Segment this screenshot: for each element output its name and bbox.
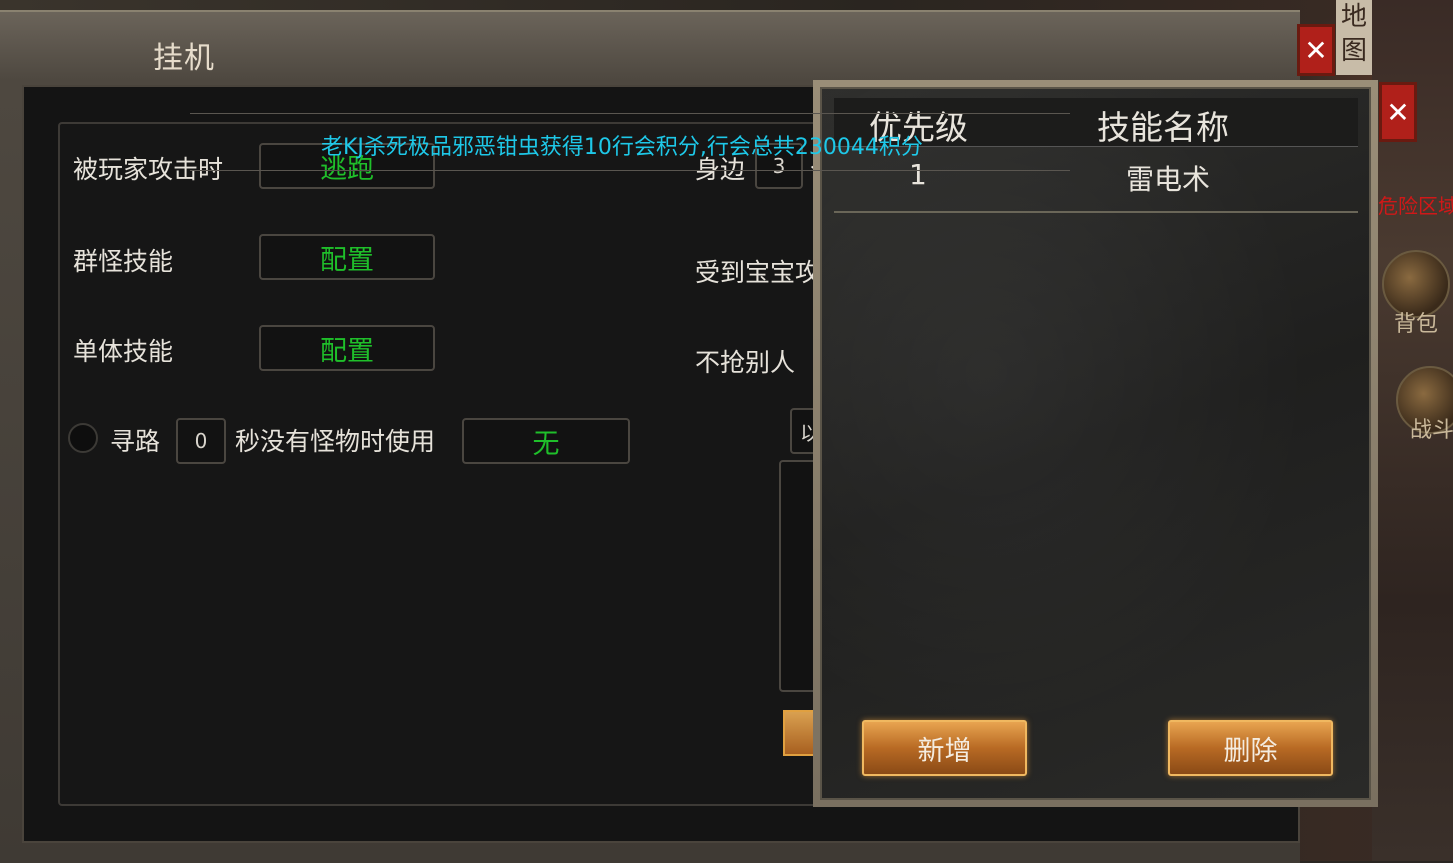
window-title: 挂机 [153,41,215,76]
pathfind-item-button[interactable]: 无 [462,418,630,464]
row-skill-name[interactable]: 雷电术 [1126,158,1210,198]
broadcast-divider-bottom [190,170,1070,171]
aoe-skill-config-button[interactable]: 配置 [259,234,435,280]
no-steal-label: 不抢别人 [695,348,796,377]
pet-attacked-label: 受到宝宝攻 [695,258,821,287]
row-priority[interactable]: 1 [909,158,927,191]
row-divider [834,211,1358,213]
single-skill-config-button[interactable]: 配置 [259,325,435,371]
add-skill-button[interactable]: 新增 [862,720,1027,776]
attacked-by-player-label: 被玩家攻击时 [73,155,224,184]
broadcast-divider-top [190,113,1070,114]
pathfind-radio[interactable] [68,423,98,453]
danger-zone-label: 危险区域 [1378,194,1453,218]
aoe-skill-label: 群怪技能 [73,247,174,276]
skill-config-body [820,87,1371,800]
bag-label: 背包 [1394,312,1439,337]
broadcast-message: 老KJ杀死极品邪恶钳虫获得10行会积分,行会总共230044积分 [321,135,923,160]
pathfind-label: 寻路 [110,427,161,456]
pathfind-seconds-input[interactable]: 0 [176,418,226,464]
column-skill-name: 技能名称 [1097,108,1229,147]
close-icon[interactable]: ✕ [1379,82,1417,142]
delete-skill-button[interactable]: 删除 [1168,720,1333,776]
pathfind-suffix-label: 秒没有怪物时使用 [235,427,436,456]
close-icon[interactable]: ✕ [1297,24,1335,76]
battle-label: 战斗 [1410,418,1453,443]
single-skill-label: 单体技能 [73,337,174,366]
map-badge[interactable]: 地图 [1336,0,1372,75]
